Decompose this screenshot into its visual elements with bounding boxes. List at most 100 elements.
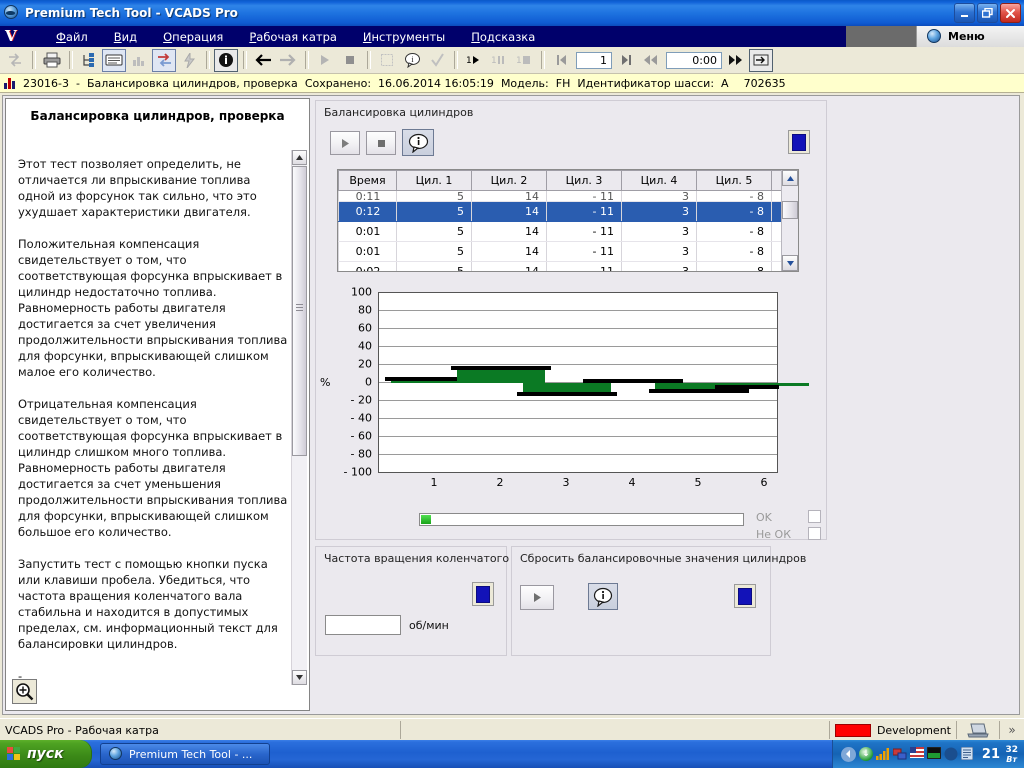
swap-icon[interactable] <box>152 48 176 72</box>
moon-icon[interactable] <box>944 747 958 761</box>
info-paragraph: Положительная компенсация свидетельствуе… <box>18 237 288 379</box>
app-globe-icon <box>4 5 20 21</box>
scroll-up-icon[interactable] <box>782 170 798 186</box>
info-text-scrollbar[interactable] <box>291 150 307 685</box>
fastforward-icon[interactable] <box>724 49 748 72</box>
engine-speed-value-input[interactable] <box>325 615 401 635</box>
engine-speed-led-box <box>472 582 494 606</box>
column-header-cyl3[interactable]: Цил. 3 <box>546 170 622 191</box>
restore-icon[interactable] <box>977 3 998 23</box>
scrollbar-thumb[interactable] <box>782 201 798 219</box>
status-overflow-icon[interactable]: » <box>1000 720 1024 740</box>
cylinder-balance-status-led-box <box>788 130 810 154</box>
rewind-icon[interactable] <box>639 49 663 72</box>
show-desktop-icon[interactable] <box>840 746 856 762</box>
scrollbar-thumb[interactable] <box>292 166 307 456</box>
chart-bar-cap-cyl6 <box>715 385 779 389</box>
stop-icon[interactable] <box>338 49 362 72</box>
menu-item-workcard[interactable]: Рабочая катра <box>236 28 350 46</box>
column-header-cyl4[interactable]: Цил. 4 <box>621 170 697 191</box>
time-input[interactable]: 0:00 <box>666 51 722 69</box>
table-row[interactable]: 0:02 5 14 - 11 3 - 8 - 3 <box>338 261 798 271</box>
column-header-time[interactable]: Время <box>338 170 397 191</box>
scroll-down-icon[interactable] <box>292 670 307 685</box>
lightning-icon[interactable] <box>177 49 201 72</box>
menu-item-file[interactable]: Файл <box>43 28 101 46</box>
minimize-icon[interactable] <box>954 3 975 23</box>
saved-label: Сохранено: <box>304 76 372 90</box>
step-play-icon[interactable]: 1 <box>462 49 486 72</box>
column-header-cyl5[interactable]: Цил. 5 <box>696 170 772 191</box>
table-row[interactable]: 0:01 5 14 - 11 3 - 8 - 3 <box>338 221 798 242</box>
y-tick-label: 100 <box>351 285 372 299</box>
cell-cyl2: 14 <box>471 241 547 262</box>
operation-name: Балансировка цилиндров, проверка <box>86 76 298 90</box>
network-icon[interactable] <box>892 747 907 761</box>
info-paragraph: Запустить тест с помощью кнопки пуска ил… <box>18 557 278 651</box>
reset-play-button[interactable] <box>520 585 554 610</box>
export-icon[interactable] <box>749 48 773 72</box>
not-ok-checkbox[interactable] <box>808 527 821 540</box>
taskbar-item-premium-tech-tool[interactable]: Premium Tech Tool - ... <box>100 743 270 765</box>
table-row[interactable]: 0:12 5 14 - 11 3 - 8 - 3 <box>338 201 798 222</box>
check-icon[interactable] <box>425 49 449 72</box>
scroll-down-icon[interactable] <box>782 255 798 271</box>
play-icon <box>533 593 541 602</box>
status-bar: VCADS Pro - Рабочая катра Development » <box>0 718 1024 741</box>
last-icon[interactable] <box>614 49 638 72</box>
back-arrow-icon[interactable] <box>251 49 275 72</box>
column-header-cyl1[interactable]: Цил. 1 <box>396 170 472 191</box>
chart-icon[interactable] <box>127 49 151 72</box>
close-icon[interactable] <box>1000 3 1021 23</box>
first-icon[interactable] <box>549 49 573 72</box>
cell-time: 0:02 <box>338 261 397 271</box>
model-label: Модель: <box>500 76 549 90</box>
taskbar-clock[interactable]: 21 32 Вт <box>982 745 1018 764</box>
chart-bar-cyl2 <box>457 370 545 383</box>
scroll-up-icon[interactable] <box>292 150 307 165</box>
play-icon[interactable] <box>313 49 337 72</box>
stop-button[interactable] <box>366 131 396 155</box>
table-row[interactable]: 0:01 5 14 - 11 3 - 8 - 3 <box>338 241 798 262</box>
speech-info-icon[interactable]: i <box>400 49 424 72</box>
menu-item-operation[interactable]: Операция <box>150 28 236 46</box>
menu-item-view[interactable]: Вид <box>101 28 150 46</box>
tree-icon[interactable] <box>77 49 101 72</box>
step-pause-icon[interactable]: 1 <box>487 49 511 72</box>
square-icon[interactable] <box>375 49 399 72</box>
chassis-prefix: A <box>721 76 729 90</box>
info-button[interactable] <box>402 129 434 156</box>
reset-info-button[interactable] <box>588 583 618 610</box>
table-row[interactable]: 0:11 5 14 - 11 3 - 8 - 3 <box>338 190 798 202</box>
flag-icon[interactable] <box>909 747 924 761</box>
screen-icon[interactable] <box>926 746 942 761</box>
document-icon[interactable] <box>102 48 126 72</box>
cell-cyl3: - 11 <box>546 190 622 202</box>
step-stop-icon[interactable]: 1 <box>512 49 536 72</box>
ok-checkbox[interactable] <box>808 510 821 523</box>
menu-item-tools[interactable]: Инструменты <box>350 28 458 46</box>
y-tick-label: 40 <box>358 339 372 353</box>
cylinder-balance-table[interactable]: Время Цил. 1 Цил. 2 Цил. 3 Цил. 4 Цил. 5… <box>337 169 799 272</box>
update-icon[interactable]: ↓ <box>858 747 873 761</box>
main-toolbar: i 1 1 1 1 0:00 <box>0 47 1024 74</box>
play-button[interactable] <box>330 131 360 155</box>
signal-icon[interactable] <box>875 747 890 761</box>
print-icon[interactable] <box>40 49 64 72</box>
start-button[interactable]: пуск <box>0 740 92 768</box>
window-title: Premium Tech Tool - VCADS Pro <box>25 6 238 20</box>
page-number-input[interactable]: 1 <box>576 51 612 69</box>
zoom-in-icon[interactable] <box>12 679 37 704</box>
column-header-cyl2[interactable]: Цил. 2 <box>471 170 547 191</box>
cell-cyl2: 14 <box>471 201 547 222</box>
info-icon[interactable] <box>214 48 238 72</box>
notepad-icon[interactable] <box>960 746 975 761</box>
exchange-icon[interactable] <box>3 49 27 72</box>
forward-arrow-icon[interactable] <box>276 49 300 72</box>
menu-item-help[interactable]: Подсказка <box>458 28 548 46</box>
cell-cyl5: - 8 <box>696 201 772 222</box>
menu-button[interactable]: Меню <box>916 26 1024 47</box>
info-paragraph: Отрицательная компенсация свидетельствуе… <box>18 397 288 539</box>
table-scrollbar[interactable] <box>781 170 798 271</box>
chart-plot-area <box>378 292 809 473</box>
